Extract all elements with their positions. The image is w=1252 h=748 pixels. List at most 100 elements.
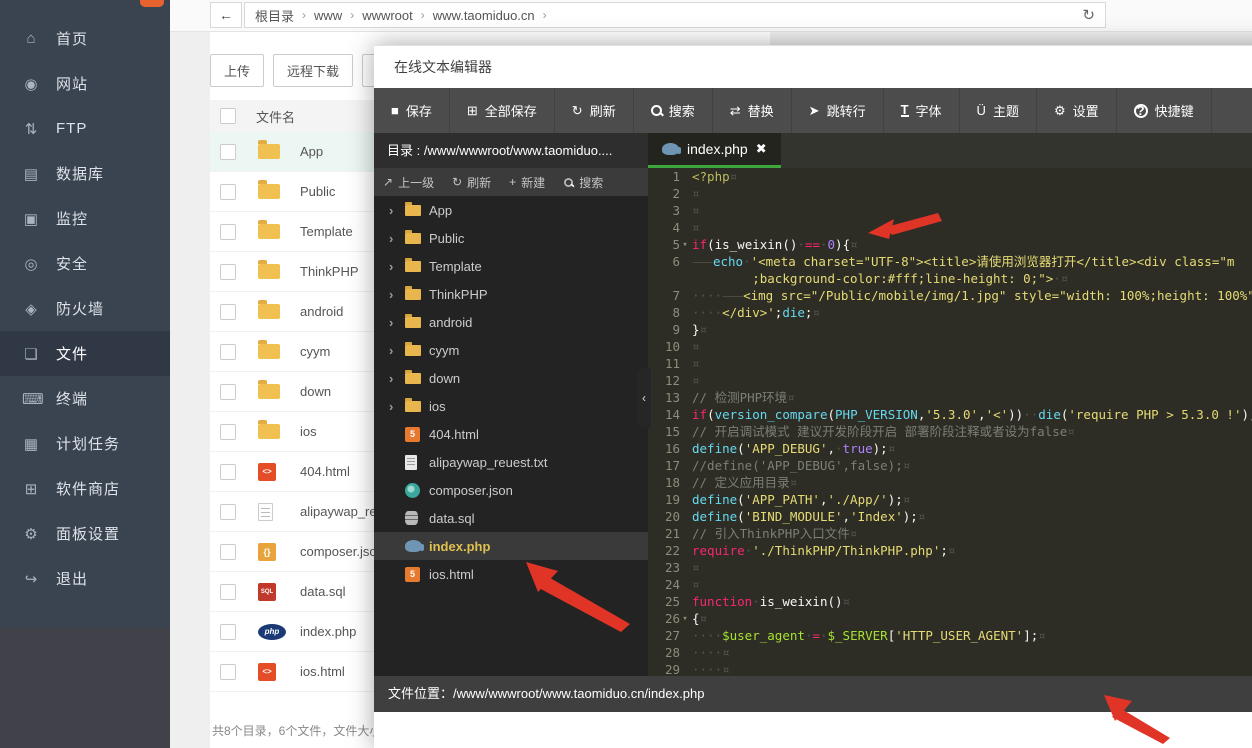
folder-file-icon [258, 264, 280, 279]
row-checkbox[interactable] [220, 304, 236, 320]
row-checkbox[interactable] [220, 664, 236, 680]
tree-item-down[interactable]: ›down [374, 364, 648, 392]
sidebar-item-监控[interactable]: ▣监控 [0, 196, 170, 241]
fm-button-上传[interactable]: 上传 [210, 54, 264, 87]
sidebar-bottom-area [0, 628, 170, 748]
tab-label: index.php [687, 141, 748, 157]
row-checkbox[interactable] [220, 384, 236, 400]
tree-item-Template[interactable]: ›Template [374, 252, 648, 280]
theme-icon: Ü [977, 103, 986, 118]
row-checkbox[interactable] [220, 264, 236, 280]
sidebar-item-文件[interactable]: ❏文件 [0, 331, 170, 376]
tree-item-ios.html[interactable]: 5ios.html [374, 560, 648, 588]
breadcrumb-segment[interactable]: www.taomiduo.cn [433, 8, 535, 23]
tree-item-name: down [429, 371, 460, 386]
editor-button-主题[interactable]: Ü主题 [960, 88, 1037, 133]
sql-icon [405, 511, 418, 525]
tree-item-Public[interactable]: ›Public [374, 224, 648, 252]
sidebar-item-label: 文件 [56, 343, 88, 364]
row-checkbox[interactable] [220, 344, 236, 360]
tree-item-ThinkPHP[interactable]: ›ThinkPHP [374, 280, 648, 308]
sidebar-item-计划任务[interactable]: ▦计划任务 [0, 421, 170, 466]
refresh-icon: ↻ [452, 175, 462, 189]
tree-item-data.sql[interactable]: data.sql [374, 504, 648, 532]
tree-toolbar-搜索[interactable]: 搜索 [554, 174, 612, 191]
fm-button-远程下载[interactable]: 远程下载 [273, 54, 353, 87]
code-line-21: 21// 引入ThinkPHP入口文件¤ [648, 525, 1252, 542]
code-line-24: 24¤ [648, 576, 1252, 593]
row-checkbox[interactable] [220, 144, 236, 160]
line-number: 22 [648, 542, 680, 559]
breadcrumb-segment[interactable]: www [314, 8, 342, 23]
tree-item-composer.json[interactable]: composer.json [374, 476, 648, 504]
row-checkbox[interactable] [220, 544, 236, 560]
code-editor[interactable]: 1<?php¤2¤3¤4¤5▾if(is_weixin()·==·0){¤6⸺e… [648, 168, 1252, 712]
fold-marker-icon[interactable]: ▾ [680, 611, 690, 628]
line-number: 18 [648, 474, 680, 491]
html-file-icon: <> [258, 663, 276, 681]
file-name: index.php [300, 624, 356, 639]
fold-marker-icon[interactable]: ▾ [680, 237, 690, 254]
row-checkbox[interactable] [220, 184, 236, 200]
font-icon: T [901, 104, 909, 117]
tree-item-index.php[interactable]: index.php [374, 532, 648, 560]
row-checkbox[interactable] [220, 464, 236, 480]
tree-item-android[interactable]: ›android [374, 308, 648, 336]
code-line-15: 15// 开启调试模式 建议开发阶段开启 部署阶段注释或者设为false¤ [648, 423, 1252, 440]
tree-item-404.html[interactable]: 5404.html [374, 420, 648, 448]
sidebar-item-FTP[interactable]: ⇅FTP [0, 106, 170, 151]
code-line-19: 19define('APP_PATH','./App/');¤ [648, 491, 1252, 508]
sidebar-item-label: 网站 [56, 73, 88, 94]
tree-item-cyym[interactable]: ›cyym [374, 336, 648, 364]
html-icon: 5 [405, 427, 420, 442]
breadcrumb-segment[interactable]: 根目录 [255, 6, 294, 25]
sidebar-item-防火墙[interactable]: ◈防火墙 [0, 286, 170, 331]
editor-button-设置[interactable]: ⚙设置 [1037, 88, 1117, 133]
row-checkbox[interactable] [220, 424, 236, 440]
breadcrumb-refresh-icon[interactable]: ↻ [1082, 6, 1095, 24]
editor-button-跳转行[interactable]: ➤跳转行 [792, 88, 884, 133]
sidebar-item-终端[interactable]: ⌨终端 [0, 376, 170, 421]
exit-icon: ↪ [22, 570, 40, 588]
editor-button-快捷键[interactable]: ?快捷键 [1117, 88, 1212, 133]
sidebar-item-安全[interactable]: ◎安全 [0, 241, 170, 286]
row-checkbox[interactable] [220, 624, 236, 640]
sidebar-item-数据库[interactable]: ▤数据库 [0, 151, 170, 196]
line-number: 26 [648, 610, 680, 627]
folder-icon [405, 345, 421, 356]
tree-toolbar-新建[interactable]: +新建 [500, 174, 554, 191]
tree-item-alipaywap_reuest.txt[interactable]: alipaywap_reuest.txt [374, 448, 648, 476]
cron-icon: ▦ [22, 435, 40, 453]
tree-toolbar-刷新[interactable]: ↻ 刷新 [443, 174, 500, 191]
editor-tab-bar: index.php ✖ [648, 133, 1252, 168]
tab-index-php[interactable]: index.php ✖ [648, 133, 781, 168]
row-checkbox[interactable] [220, 224, 236, 240]
editor-button-字体[interactable]: T字体 [884, 88, 960, 133]
row-checkbox[interactable] [220, 504, 236, 520]
tree-toolbar-label: 刷新 [467, 174, 491, 191]
sidebar-item-软件商店[interactable]: ⊞软件商店 [0, 466, 170, 511]
tree-item-App[interactable]: ›App [374, 196, 648, 224]
select-all-checkbox[interactable] [220, 108, 236, 124]
back-button[interactable]: ← [210, 2, 242, 28]
breadcrumb-segment[interactable]: wwwroot [362, 8, 413, 23]
tree-collapse-handle[interactable]: ‹ [637, 368, 651, 428]
editor-button-搜索[interactable]: 搜索 [634, 88, 713, 133]
editor-button-全部保存[interactable]: ⊞全部保存 [450, 88, 555, 133]
sidebar-item-面板设置[interactable]: ⚙面板设置 [0, 511, 170, 556]
sidebar-item-网站[interactable]: ◉网站 [0, 61, 170, 106]
file-name: 404.html [300, 464, 350, 479]
tree-toolbar-上一级[interactable]: ↗上一级 [374, 174, 443, 191]
editor-button-刷新[interactable]: ↻刷新 [555, 88, 634, 133]
home-icon: ⌂ [22, 30, 40, 47]
editor-button-保存[interactable]: ■保存 [374, 88, 450, 133]
line-number: 13 [648, 389, 680, 406]
ftp-icon: ⇅ [22, 120, 40, 138]
tree-item-ios[interactable]: ›ios [374, 392, 648, 420]
editor-button-替换[interactable]: ⇄替换 [713, 88, 792, 133]
code-line-26: 26▾{¤ [648, 610, 1252, 627]
sidebar-item-退出[interactable]: ↪退出 [0, 556, 170, 601]
tab-close-icon[interactable]: ✖ [756, 141, 767, 157]
row-checkbox[interactable] [220, 584, 236, 600]
sidebar-item-首页[interactable]: ⌂首页 [0, 16, 170, 61]
